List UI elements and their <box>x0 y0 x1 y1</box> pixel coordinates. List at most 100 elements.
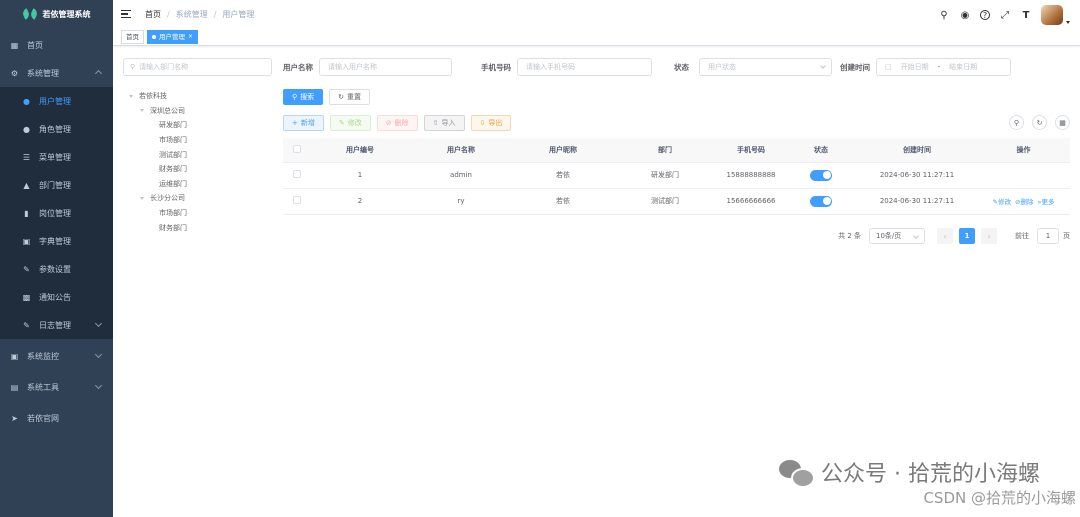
edit-icon: ✎ <box>338 119 345 127</box>
tree-node-sz-rd[interactable]: 研发部门 <box>123 118 273 133</box>
caret-down-icon[interactable] <box>129 94 133 98</box>
status-switch[interactable] <box>810 169 832 181</box>
size-icon[interactable]: T <box>1020 9 1032 21</box>
sidebar-item-monitor[interactable]: ▣ 系统监控 <box>0 342 113 370</box>
tree-node-cs-finance[interactable]: 财务部门 <box>123 220 273 235</box>
cell-dept: 研发部门 <box>613 162 717 189</box>
sidebar-item-post[interactable]: ▮ 岗位管理 <box>0 199 113 227</box>
sidebar-item-config[interactable]: ✎ 参数设置 <box>0 255 113 283</box>
next-page-button[interactable]: › <box>981 228 997 244</box>
tree-node-changsha[interactable]: 长沙分公司 <box>123 191 273 206</box>
sidebar-item-tool[interactable]: ▤ 系统工具 <box>0 373 113 401</box>
page-size-select[interactable]: 10条/页 <box>869 228 925 244</box>
pagination-total: 共 2 条 <box>838 232 861 240</box>
tree-node-root[interactable]: 若依科技 <box>123 89 273 104</box>
row-select-cell <box>283 162 311 189</box>
sidebar-item-notice[interactable]: ▩ 通知公告 <box>0 283 113 311</box>
tree-node-label: 市场部门 <box>159 136 187 145</box>
app-logo[interactable]: 若依管理系统 <box>0 0 113 28</box>
refresh-icon[interactable]: ↻ <box>1032 115 1047 130</box>
question-icon[interactable]: ? <box>980 10 990 20</box>
select-all-checkbox[interactable] <box>293 144 301 153</box>
tree-node-label: 财务部门 <box>159 223 187 232</box>
import-button-label: 导入 <box>441 119 456 127</box>
sidebar-item-system[interactable]: ⚙ 系统管理 <box>0 59 113 87</box>
prev-page-button[interactable]: ‹ <box>937 228 953 244</box>
import-button[interactable]: ⇧ 导入 <box>423 115 465 131</box>
edit-button[interactable]: ✎ 修改 <box>329 115 371 131</box>
sidebar-item-label: 若依官网 <box>27 413 59 423</box>
row-delete-link[interactable]: ⊘删除 <box>1015 198 1033 206</box>
cell-user-id: 1 <box>311 162 409 189</box>
tree-node-sz-market[interactable]: 市场部门 <box>123 133 273 148</box>
caret-down-icon[interactable] <box>140 109 144 113</box>
cell-user-id: 2 <box>311 188 409 215</box>
username-input[interactable]: 请输入用户名称 <box>319 58 452 76</box>
page-size-value: 10条/页 <box>876 232 902 240</box>
sidebar-item-home[interactable]: ▦ 首页 <box>0 31 113 59</box>
columns-icon[interactable]: ▦ <box>1055 115 1070 130</box>
status-switch[interactable] <box>810 195 832 207</box>
phone-input[interactable]: 请输入手机号码 <box>517 58 652 76</box>
toggle-search-icon[interactable]: ⚲ <box>1009 115 1024 130</box>
refresh-icon: ↻ <box>338 93 345 101</box>
column-header: 创建时间 <box>857 138 977 163</box>
status-select[interactable]: 用户状态 <box>699 58 832 76</box>
column-header: 用户编号 <box>311 138 409 163</box>
close-icon[interactable]: × <box>188 31 193 43</box>
tree-node-sz-ops[interactable]: 运维部门 <box>123 177 273 192</box>
table-row[interactable]: 1 admin 若依 研发部门 15888888888 2024-06-30 1… <box>283 162 1070 189</box>
sidebar-item-dict[interactable]: ▣ 字典管理 <box>0 227 113 255</box>
row-more-link[interactable]: »更多 <box>1037 198 1054 206</box>
reset-button[interactable]: ↻ 重置 <box>329 89 371 105</box>
avatar[interactable] <box>1041 5 1063 25</box>
sidebar-item-menu[interactable]: ☰ 菜单管理 <box>0 143 113 171</box>
tree-node-sz-test[interactable]: 测试部门 <box>123 147 273 162</box>
delete-button[interactable]: ⊘ 删除 <box>376 115 418 131</box>
tags-view: 首页 用户管理 × <box>113 28 1080 46</box>
export-button[interactable]: ⇩ 导出 <box>470 115 512 131</box>
sidebar-item-log[interactable]: ✎ 日志管理 <box>0 311 113 339</box>
dept-search-input[interactable]: ⚲ 请输入部门名称 <box>123 58 272 76</box>
add-button[interactable]: + 新增 <box>283 115 324 131</box>
cell-actions <box>977 162 1070 189</box>
phone-label: 手机号码 <box>481 62 511 72</box>
sidebar-item-label: 菜单管理 <box>39 152 71 162</box>
tag-home[interactable]: 首页 <box>121 29 144 44</box>
fullscreen-icon[interactable]: ⤢ <box>999 9 1011 21</box>
goto-label: 前往 <box>1015 232 1029 240</box>
tree-node-sz-finance[interactable]: 财务部门 <box>123 162 273 177</box>
pagination: 共 2 条 10条/页 ‹ 1 › 前往 1 页 <box>838 228 1070 244</box>
row-edit-label: 修改 <box>998 198 1011 206</box>
breadcrumb-system: 系统管理 <box>175 9 208 19</box>
chevron-down-icon <box>913 233 919 239</box>
sidebar-item-role[interactable]: ● 角色管理 <box>0 115 113 143</box>
table-row[interactable]: 2 ry 若依 测试部门 15666666666 2024-06-30 11:2… <box>283 188 1070 215</box>
tree-node-label: 研发部门 <box>159 121 187 130</box>
caret-down-icon[interactable] <box>140 196 144 200</box>
tree-node-label: 财务部门 <box>159 165 187 174</box>
caret-down-icon[interactable] <box>1066 20 1070 24</box>
search-icon[interactable]: ⚲ <box>938 9 950 21</box>
row-checkbox[interactable] <box>293 196 301 204</box>
breadcrumb-home[interactable]: 首页 <box>145 9 161 20</box>
row-edit-link[interactable]: ✎修改 <box>993 198 1011 206</box>
goto-page-input[interactable]: 1 <box>1037 228 1059 244</box>
row-checkbox[interactable] <box>293 170 301 178</box>
hamburger-icon[interactable] <box>121 10 131 18</box>
date-range-picker[interactable]: □ 开始日期 - 结束日期 <box>876 58 1011 76</box>
github-icon[interactable]: ◉ <box>959 9 971 21</box>
edit-button-label: 修改 <box>347 119 362 127</box>
dept-search-placeholder: 请输入部门名称 <box>139 63 189 71</box>
page-suffix: 页 <box>1063 232 1070 240</box>
cell-nickname: 若依 <box>513 188 613 215</box>
tree-node-shenzhen[interactable]: 深圳总公司 <box>123 104 273 119</box>
page-number-current[interactable]: 1 <box>959 228 975 244</box>
tag-user-management[interactable]: 用户管理 × <box>147 29 199 44</box>
tree-node-cs-market[interactable]: 市场部门 <box>123 206 273 221</box>
search-button[interactable]: ⚲ 搜索 <box>283 89 324 105</box>
sidebar-item-dept[interactable]: ▲ 部门管理 <box>0 171 113 199</box>
export-button-label: 导出 <box>488 119 503 127</box>
sidebar-item-website[interactable]: ➤ 若依官网 <box>0 404 113 432</box>
sidebar-item-user[interactable]: ● 用户管理 <box>0 87 113 115</box>
